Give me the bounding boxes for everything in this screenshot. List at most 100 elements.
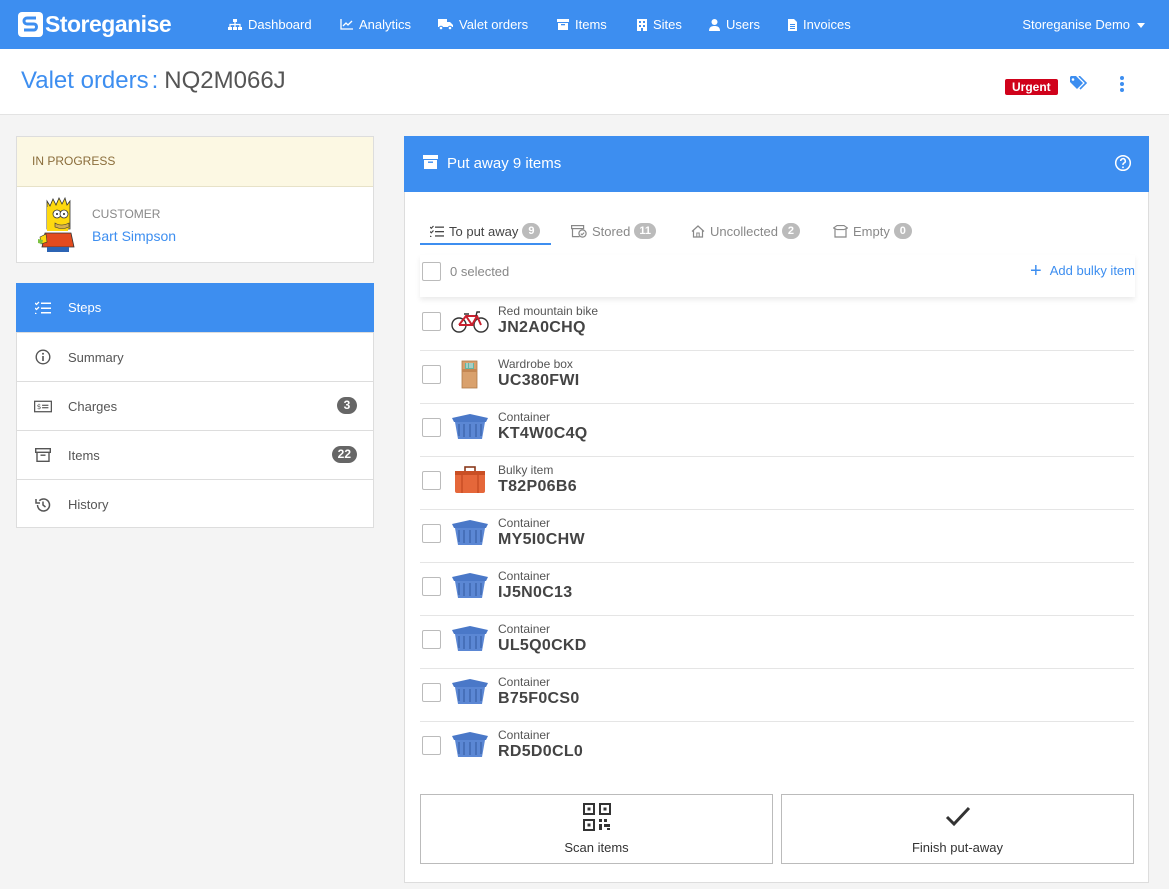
list-item[interactable]: Container B75F0CS0 [420, 669, 1134, 722]
tab-count-badge: 11 [634, 223, 656, 239]
nav-label: Users [726, 17, 760, 32]
list-item[interactable]: Red mountain bike JN2A0CHQ [420, 298, 1134, 351]
tab-stored[interactable]: Stored 11 [571, 217, 656, 245]
item-checkbox[interactable] [422, 418, 441, 437]
user-icon [709, 18, 720, 31]
container-thumbnail [452, 626, 488, 651]
menu-item-history[interactable]: History [17, 480, 373, 529]
list-item[interactable]: Container UL5Q0CKD [420, 616, 1134, 669]
list-item[interactable]: Container IJ5N0C13 [420, 563, 1134, 616]
nav-users[interactable]: Users [709, 0, 760, 49]
help-icon[interactable] [1114, 154, 1132, 172]
nav-valet-orders[interactable]: Valet orders [438, 0, 528, 49]
scan-items-label: Scan items [564, 840, 629, 855]
building-icon [637, 18, 647, 31]
list-item[interactable]: Wardrobe box UC380FWI [420, 351, 1134, 404]
wardrobe-box-thumbnail [461, 360, 478, 389]
item-checkbox[interactable] [422, 683, 441, 702]
tab-label: Empty [853, 223, 890, 239]
urgent-badge[interactable]: Urgent [1005, 79, 1058, 95]
finish-put-away-button[interactable]: Finish put-away [781, 794, 1134, 864]
active-tab-indicator [420, 243, 551, 245]
home-icon [691, 224, 705, 238]
item-checkbox[interactable] [422, 577, 441, 596]
menu-item-steps[interactable]: Steps [16, 283, 374, 333]
page-title: Valet orders: NQ2M066J [21, 67, 286, 95]
storeganise-logo[interactable]: Storeganise [18, 10, 172, 38]
menu-label: Items [68, 447, 100, 463]
add-bulky-label: Add bulky item [1049, 263, 1135, 278]
file-icon [788, 18, 797, 31]
item-code: JN2A0CHQ [498, 319, 586, 336]
menu-item-items[interactable]: Items 22 [17, 431, 373, 480]
container-thumbnail [452, 520, 488, 545]
account-name: Storeganise Demo [1022, 17, 1130, 32]
customer-name-link[interactable]: Bart Simpson [92, 228, 176, 244]
menu-item-charges[interactable]: $ Charges 3 [17, 382, 373, 431]
svg-text:$: $ [37, 402, 42, 411]
list-item[interactable]: Bulky item T82P06B6 [420, 457, 1134, 510]
sitemap-icon [228, 18, 242, 30]
panel-header: Put away 9 items [404, 136, 1149, 192]
panel-title: Put away 9 items [447, 155, 562, 172]
add-bulky-item-button[interactable]: + Add bulky item [1030, 261, 1135, 281]
item-checkbox[interactable] [422, 471, 441, 490]
item-code: KT4W0C4Q [498, 425, 588, 442]
item-checkbox[interactable] [422, 736, 441, 755]
item-type: Red mountain bike [498, 304, 599, 318]
nav-items[interactable]: Items [557, 0, 607, 49]
item-type: Container [498, 728, 551, 742]
item-checkbox[interactable] [422, 312, 441, 331]
menu-label: Summary [68, 349, 124, 365]
item-type: Container [498, 569, 551, 583]
item-code: RD5D0CL0 [498, 743, 584, 760]
checklist-icon [430, 225, 444, 237]
logo-mark-icon [18, 11, 43, 37]
bike-thumbnail [451, 311, 489, 333]
nav-analytics[interactable]: Analytics [340, 0, 411, 49]
nav-invoices[interactable]: Invoices [788, 0, 851, 49]
item-type: Wardrobe box [498, 357, 573, 371]
item-code: UL5Q0CKD [498, 637, 587, 654]
tab-uncollected[interactable]: Uncollected 2 [691, 217, 800, 245]
tags-icon[interactable] [1070, 76, 1089, 92]
item-code: B75F0CS0 [498, 690, 580, 707]
nav-label: Dashboard [248, 17, 312, 32]
money-icon: $ [34, 400, 52, 413]
stored-box-icon [571, 224, 587, 238]
truck-icon [438, 19, 453, 30]
item-code: UC380FWI [498, 372, 580, 389]
nav-dashboard[interactable]: Dashboard [228, 0, 312, 49]
nav-label: Sites [653, 17, 682, 32]
container-thumbnail [452, 573, 488, 598]
list-item[interactable]: Container KT4W0C4Q [420, 404, 1134, 457]
item-type: Container [498, 410, 551, 424]
selected-count: 0 selected [450, 264, 510, 279]
tab-to-put-away[interactable]: To put away 9 [430, 217, 541, 245]
select-all-checkbox[interactable] [422, 262, 441, 281]
charges-count-badge: 3 [337, 397, 357, 414]
container-thumbnail [452, 732, 488, 757]
archive-icon [34, 448, 52, 462]
item-checkbox[interactable] [422, 524, 441, 543]
account-dropdown[interactable]: Storeganise Demo [1022, 0, 1145, 49]
scan-items-button[interactable]: Scan items [420, 794, 773, 864]
more-options-icon[interactable] [1117, 76, 1127, 94]
breadcrumb-link[interactable]: Valet orders [21, 67, 149, 94]
list-item[interactable]: Container MY5I0CHW [420, 510, 1134, 563]
item-type: Container [498, 675, 551, 689]
suitcase-thumbnail [455, 466, 485, 493]
list-item[interactable]: Container RD5D0CL0 [420, 722, 1134, 775]
item-checkbox[interactable] [422, 630, 441, 649]
box-icon [423, 155, 438, 169]
item-code: MY5I0CHW [498, 531, 585, 548]
nav-sites[interactable]: Sites [637, 0, 682, 49]
tab-label: Uncollected [710, 223, 778, 239]
item-checkbox[interactable] [422, 365, 441, 384]
tab-count-badge: 0 [893, 223, 912, 239]
tab-empty[interactable]: Empty 0 [833, 217, 912, 245]
breadcrumb-separator: : [151, 67, 159, 94]
menu-item-summary[interactable]: Summary [17, 333, 373, 382]
items-count-badge: 22 [331, 446, 357, 463]
tab-label: Stored [592, 223, 631, 239]
